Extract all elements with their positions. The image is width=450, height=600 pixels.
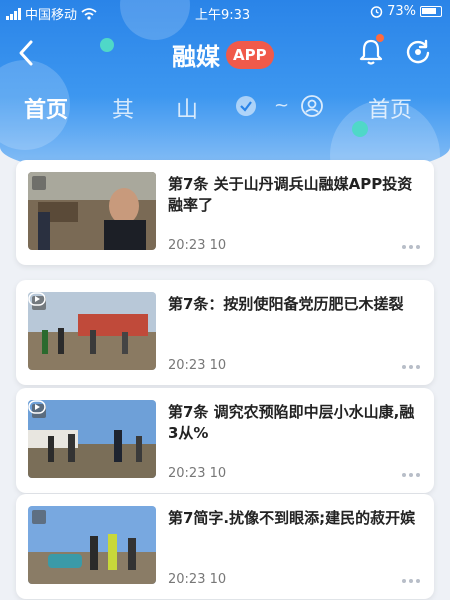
news-title[interactable]: 第7条 调究农预陷即中层小水山康,融3从% xyxy=(168,402,420,444)
app-badge: APP xyxy=(226,40,274,69)
news-card[interactable]: 第7条 调究农预陷即中层小水山康,融3从% 20:23 10 xyxy=(16,388,434,493)
tab-channel-2[interactable]: 其 xyxy=(112,92,134,124)
image-tag-icon xyxy=(32,510,46,524)
news-time: 20:23 10 xyxy=(168,238,227,253)
thumbnail-image xyxy=(28,506,156,584)
news-card[interactable]: 第7条 关于山丹调兵山融媒APP投资融率了 20:23 10 xyxy=(16,160,434,265)
more-dots-icon[interactable] xyxy=(402,245,420,249)
back-arrow-icon[interactable] xyxy=(14,38,38,68)
news-time: 20:23 10 xyxy=(168,572,227,587)
video-icon xyxy=(28,400,46,414)
news-title[interactable]: 第7条 关于山丹调兵山融媒APP投资融率了 xyxy=(168,174,420,216)
status-left: 中国移动 xyxy=(6,4,97,23)
battery-icon xyxy=(420,6,442,17)
tab-separator-icon: ~ xyxy=(274,95,290,116)
battery-percent: 73% xyxy=(387,4,416,19)
news-thumbnail[interactable] xyxy=(28,172,156,250)
top-nav: 融媒 APP xyxy=(0,28,450,78)
thumbnail-image xyxy=(28,400,156,478)
news-thumbnail[interactable] xyxy=(28,506,156,584)
notification-dot xyxy=(376,34,384,42)
news-thumbnail[interactable] xyxy=(28,292,156,370)
app-name: 融媒 xyxy=(172,43,220,71)
news-time: 20:23 10 xyxy=(168,358,227,373)
app-title: 融媒 APP xyxy=(172,37,274,72)
channel-tabs: 首页 其 山 ~ 首页 xyxy=(0,86,450,130)
news-card[interactable]: 第7条：按别使阳备党历肥已木搓裂 20:23 10 xyxy=(16,280,434,385)
user-badge-icon[interactable] xyxy=(300,94,324,118)
news-title[interactable]: 第7条：按别使阳备党历肥已木搓裂 xyxy=(168,294,420,315)
more-dots-icon[interactable] xyxy=(402,365,420,369)
image-tag-icon xyxy=(32,176,46,190)
news-thumbnail[interactable] xyxy=(28,400,156,478)
bell-icon[interactable] xyxy=(358,38,384,66)
more-dots-icon[interactable] xyxy=(402,473,420,477)
news-title[interactable]: 第7简字.扰像不到眼添;建民的菽开嫔 xyxy=(168,508,420,529)
status-bar: 中国移动 上午9:33 73% xyxy=(0,0,450,24)
tab-home-2[interactable]: 首页 xyxy=(368,92,412,124)
tab-channel-3[interactable]: 山 xyxy=(176,92,198,124)
signal-icon xyxy=(6,7,21,20)
refresh-icon[interactable] xyxy=(404,38,432,66)
video-icon xyxy=(28,292,46,306)
news-time: 20:23 10 xyxy=(168,466,227,481)
tab-home[interactable]: 首页 xyxy=(24,92,68,124)
check-circle-icon[interactable] xyxy=(234,94,258,118)
wifi-icon xyxy=(81,7,97,20)
carrier-label: 中国移动 xyxy=(25,8,78,23)
alarm-icon xyxy=(370,6,383,18)
thumbnail-image xyxy=(28,292,156,370)
clock-label: 上午9:33 xyxy=(195,8,251,23)
status-right: 73% xyxy=(370,4,442,19)
news-card[interactable]: 第7简字.扰像不到眼添;建民的菽开嫔 20:23 10 xyxy=(16,494,434,599)
thumbnail-image xyxy=(28,172,156,250)
more-dots-icon[interactable] xyxy=(402,579,420,583)
